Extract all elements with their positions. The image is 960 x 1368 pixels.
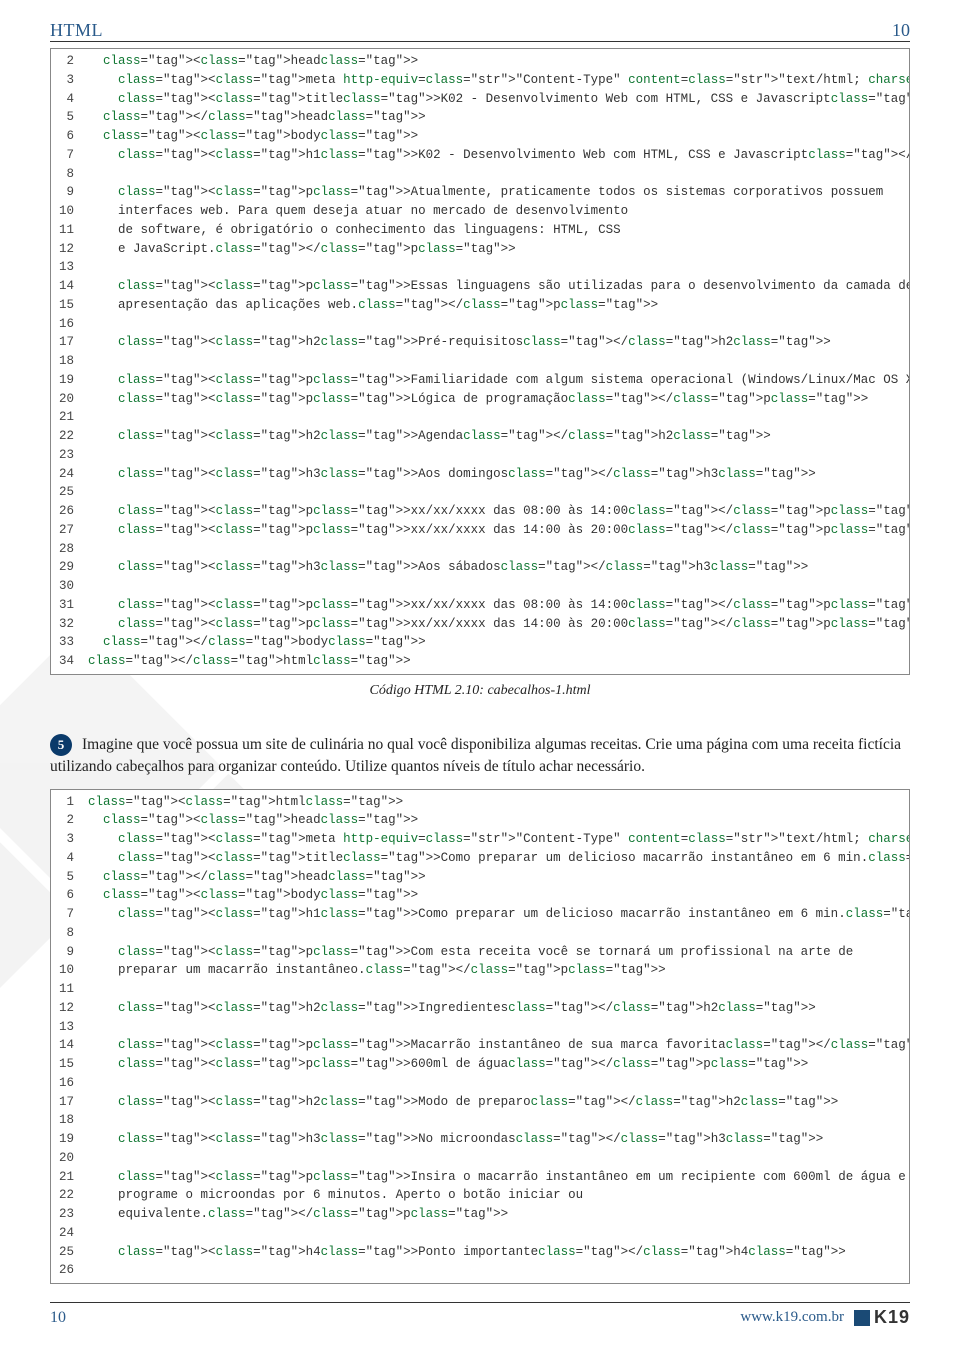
line-numbers: 2 3 4 5 6 7 8 9 10 11 12 13 14 15 16 17 … <box>51 49 80 674</box>
code-listing-1: 2 3 4 5 6 7 8 9 10 11 12 13 14 15 16 17 … <box>50 48 910 675</box>
footer-page-number: 10 <box>50 1309 66 1327</box>
page-footer: 10 www.k19.com.br K19 <box>50 1302 910 1328</box>
exercise-number-badge: 5 <box>50 734 72 756</box>
brand-text: K19 <box>874 1307 910 1328</box>
code-body: class="tag"><class="tag">htmlclass="tag"… <box>80 790 909 1284</box>
brand-logo: K19 <box>854 1307 910 1328</box>
code-caption-1: Código HTML 2.10: cabecalhos-1.html <box>50 683 910 699</box>
header-section: HTML <box>50 20 103 41</box>
footer-url: www.k19.com.br <box>740 1309 844 1326</box>
line-numbers: 1 2 3 4 5 6 7 8 9 10 11 12 13 14 15 16 1… <box>51 790 80 1284</box>
exercise-text: Imagine que você possua um site de culin… <box>50 736 901 775</box>
exercise-block: 5 Imagine que você possua um site de cul… <box>50 734 910 779</box>
code-listing-2: 1 2 3 4 5 6 7 8 9 10 11 12 13 14 15 16 1… <box>50 789 910 1285</box>
page-header: HTML 10 <box>50 20 910 42</box>
logo-icon <box>854 1310 870 1326</box>
header-page-number: 10 <box>892 20 910 41</box>
code-body: class="tag"><class="tag">headclass="tag"… <box>80 49 909 674</box>
